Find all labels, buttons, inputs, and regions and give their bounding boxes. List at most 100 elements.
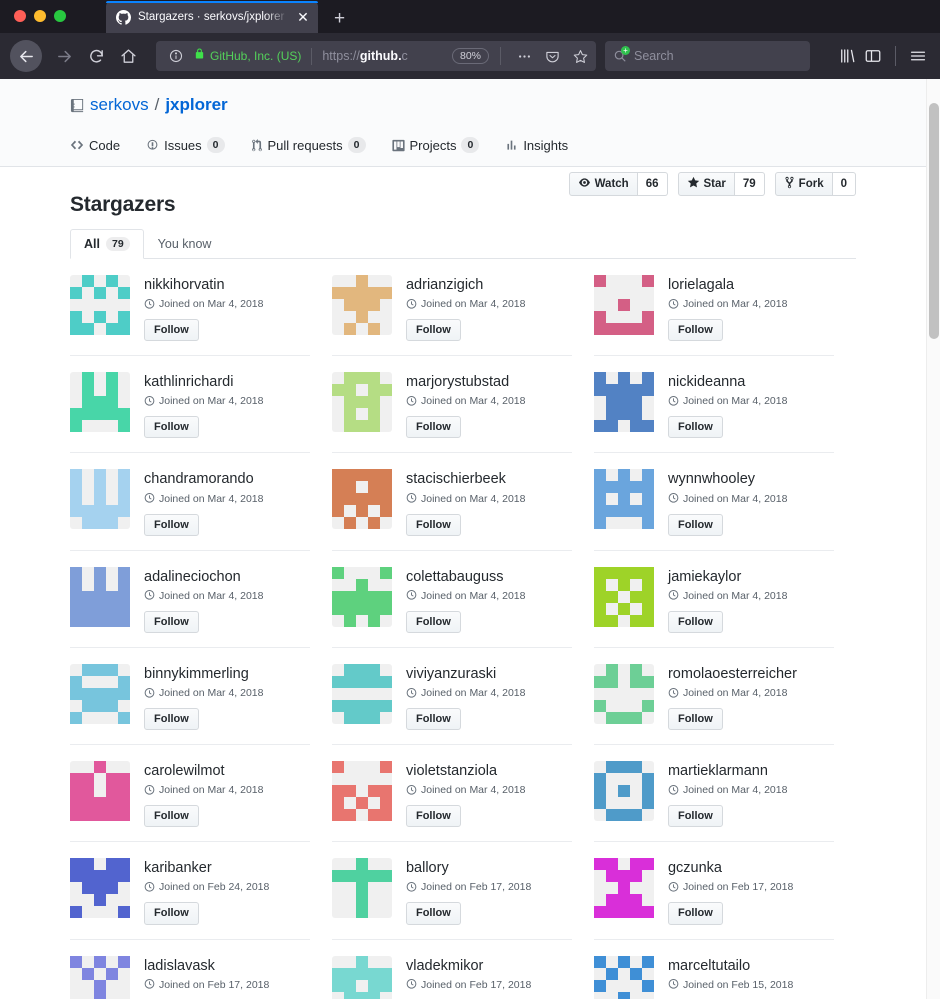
avatar[interactable]: [331, 469, 392, 530]
fork-count[interactable]: 0: [832, 172, 856, 196]
avatar[interactable]: [593, 372, 654, 433]
stargazer-username[interactable]: romolaoesterreicher: [668, 665, 797, 683]
site-identity[interactable]: GitHub, Inc. (US): [194, 47, 301, 65]
forward-arrow-icon[interactable]: [48, 40, 80, 72]
follow-button[interactable]: Follow: [144, 416, 199, 439]
avatar[interactable]: [70, 663, 130, 724]
stargazer-username[interactable]: ladislavask: [144, 957, 269, 975]
star-button[interactable]: Star: [677, 172, 735, 196]
avatar[interactable]: [331, 275, 392, 335]
maximize-window-button[interactable]: [54, 10, 66, 22]
follow-button[interactable]: Follow: [405, 805, 461, 828]
watch-button[interactable]: Watch: [568, 172, 638, 196]
avatar[interactable]: [331, 955, 392, 999]
search-input[interactable]: Search: [634, 49, 674, 63]
avatar[interactable]: [70, 372, 130, 433]
stargazer-username[interactable]: binnykimmerling: [144, 665, 264, 683]
avatar[interactable]: [331, 858, 392, 919]
stargazer-username[interactable]: karibanker: [144, 859, 269, 877]
follow-button[interactable]: Follow: [144, 902, 199, 925]
follow-button[interactable]: Follow: [144, 708, 199, 731]
browser-tab-active[interactable]: Stargazers · serkovs/jxplorer · G ✕: [106, 1, 318, 33]
repo-name-link[interactable]: jxplorer: [165, 95, 227, 115]
minimize-window-button[interactable]: [34, 10, 46, 22]
follow-button[interactable]: Follow: [667, 319, 723, 342]
stargazer-username[interactable]: jamiekaylor: [668, 568, 788, 586]
avatar[interactable]: [70, 858, 130, 919]
stargazer-username[interactable]: marjorystubstad: [406, 373, 526, 391]
library-icon[interactable]: [835, 44, 859, 68]
follow-button[interactable]: Follow: [405, 610, 461, 633]
stargazer-username[interactable]: adalineciochon: [144, 568, 264, 586]
stargazer-username[interactable]: nikkihorvatin: [144, 276, 264, 294]
stargazer-username[interactable]: wynnwhooley: [668, 470, 788, 488]
stargazer-username[interactable]: carolewilmot: [144, 762, 264, 780]
stargazer-username[interactable]: chandramorando: [144, 470, 264, 488]
url-text[interactable]: https://github.c: [322, 49, 446, 63]
avatar[interactable]: [593, 469, 654, 530]
close-window-button[interactable]: [14, 10, 26, 22]
avatar[interactable]: [593, 858, 654, 919]
stargazer-username[interactable]: viviyanzuraski: [406, 665, 526, 683]
follow-button[interactable]: Follow: [405, 708, 461, 731]
repo-tab-pull-requests[interactable]: Pull requests 0: [251, 129, 378, 166]
avatar[interactable]: [70, 761, 130, 822]
avatar[interactable]: [331, 663, 392, 724]
fork-button-group[interactable]: Fork 0: [774, 172, 856, 196]
stargazer-username[interactable]: adrianzigich: [406, 276, 526, 294]
sidebar-icon[interactable]: [861, 44, 885, 68]
ellipsis-icon[interactable]: [512, 44, 536, 68]
repo-tab-insights[interactable]: Insights: [505, 129, 580, 166]
avatar[interactable]: [593, 275, 654, 335]
info-icon[interactable]: [164, 44, 188, 68]
avatar[interactable]: [331, 566, 392, 627]
hamburger-menu-icon[interactable]: [906, 44, 930, 68]
star-button-group[interactable]: Star 79: [677, 172, 765, 196]
follow-button[interactable]: Follow: [405, 902, 461, 925]
watch-button-group[interactable]: Watch 66: [568, 172, 668, 196]
repo-tab-issues[interactable]: Issues 0: [146, 129, 236, 166]
stargazer-username[interactable]: vladekmikor: [406, 957, 531, 975]
back-arrow-icon[interactable]: [10, 40, 42, 72]
stargazer-username[interactable]: nickideanna: [668, 373, 788, 391]
avatar[interactable]: [331, 761, 392, 822]
star-count[interactable]: 79: [734, 172, 765, 196]
stargazer-username[interactable]: martieklarmann: [668, 762, 788, 780]
pocket-icon[interactable]: [540, 44, 564, 68]
follow-button[interactable]: Follow: [667, 610, 723, 633]
follow-button[interactable]: Follow: [144, 805, 199, 828]
follow-button[interactable]: Follow: [667, 805, 723, 828]
new-tab-button[interactable]: +: [334, 9, 345, 28]
repo-tab-code[interactable]: Code: [70, 129, 132, 166]
home-icon[interactable]: [112, 40, 144, 72]
follow-button[interactable]: Follow: [667, 416, 723, 439]
watch-count[interactable]: 66: [637, 172, 668, 196]
repo-owner-link[interactable]: serkovs: [90, 95, 149, 115]
avatar[interactable]: [593, 761, 654, 822]
fork-button[interactable]: Fork: [774, 172, 833, 196]
follow-button[interactable]: Follow: [405, 319, 461, 342]
stargazer-username[interactable]: marceltutailo: [668, 957, 793, 975]
stargazer-username[interactable]: ballory: [406, 859, 531, 877]
avatar[interactable]: [70, 469, 130, 530]
avatar[interactable]: [70, 955, 130, 999]
avatar[interactable]: [593, 566, 654, 627]
subtab-all[interactable]: All 79: [70, 229, 144, 259]
follow-button[interactable]: Follow: [667, 708, 723, 731]
subtab-you-know[interactable]: You know: [144, 229, 226, 259]
avatar[interactable]: [331, 372, 392, 433]
stargazer-username[interactable]: kathlinrichardi: [144, 373, 264, 391]
avatar[interactable]: [70, 566, 130, 627]
avatar[interactable]: [593, 663, 654, 724]
close-tab-button[interactable]: ✕: [295, 10, 311, 24]
follow-button[interactable]: Follow: [405, 513, 461, 536]
repo-tab-projects[interactable]: Projects 0: [391, 129, 492, 166]
stargazer-username[interactable]: lorielagala: [668, 276, 788, 294]
follow-button[interactable]: Follow: [144, 610, 199, 633]
reload-icon[interactable]: [80, 40, 112, 72]
follow-button[interactable]: Follow: [405, 416, 461, 439]
url-bar[interactable]: GitHub, Inc. (US) https://github.c 80%: [156, 41, 596, 71]
zoom-level-badge[interactable]: 80%: [451, 48, 489, 64]
follow-button[interactable]: Follow: [144, 319, 199, 342]
stargazer-username[interactable]: colettabauguss: [406, 568, 526, 586]
